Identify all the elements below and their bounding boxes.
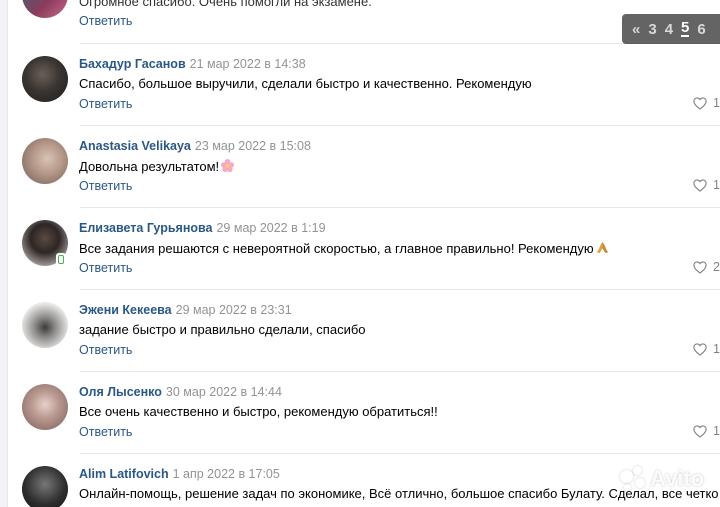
comment-item: Alim Latifovich 1 апр 2022 в 17:05 Онлайн…: [8, 454, 720, 507]
comment-header: Anastasia Velikaya 23 мар 2022 в 15:08: [79, 139, 311, 153]
pager-page-current[interactable]: 5: [681, 20, 690, 37]
reply-button[interactable]: Ответить: [79, 261, 132, 275]
avatar[interactable]: [22, 384, 68, 430]
watermark-text: Avito: [650, 466, 705, 491]
like-button[interactable]: 1: [693, 96, 720, 110]
comment-date[interactable]: 29 мар 2022 в 23:31: [176, 303, 292, 317]
pager-prev-button[interactable]: «: [632, 21, 640, 38]
avatar[interactable]: [22, 138, 68, 184]
comment-text: Довольна результатом!: [79, 158, 235, 174]
author-name[interactable]: Елизавета Гурьянова: [79, 221, 212, 235]
like-button[interactable]: 1: [693, 342, 720, 356]
reply-button[interactable]: Ответить: [79, 97, 132, 111]
comment-date[interactable]: 1 апр 2022 в 17:05: [173, 467, 280, 481]
like-count: 1: [713, 96, 720, 110]
author-name[interactable]: Anastasia Velikaya: [79, 139, 191, 153]
comment-text: Огромное спасибо. Очень помогли на экзам…: [79, 0, 372, 9]
like-button[interactable]: 1: [693, 178, 720, 192]
comment-item: Елизавета Гурьянова 29 мар 2022 в 1:19 Вс…: [8, 208, 720, 290]
online-mobile-icon: [56, 253, 66, 266]
like-count: 1: [713, 424, 720, 438]
like-button[interactable]: 2: [693, 260, 720, 274]
comment-text: Все задания решаются с невероятной скоро…: [79, 240, 610, 256]
reply-button[interactable]: Ответить: [79, 179, 132, 193]
avatar[interactable]: [22, 466, 68, 507]
heart-icon: [693, 342, 707, 356]
heart-icon: [693, 424, 707, 438]
author-name[interactable]: Оля Лысенко: [79, 385, 162, 399]
author-name[interactable]: Alim Latifovich: [79, 467, 169, 481]
comment-text: задание быстро и правильно сделали, спас…: [79, 322, 366, 337]
pagination: « 3 4 5 6: [622, 14, 720, 44]
author-name[interactable]: Эжени Кекеева: [79, 303, 172, 317]
comment-item: Эжени Кекеева 29 мар 2022 в 23:31 задание…: [8, 290, 720, 372]
reply-button[interactable]: Ответить: [79, 343, 132, 357]
comment-header: Елизавета Гурьянова 29 мар 2022 в 1:19: [79, 221, 326, 235]
pager-page-6[interactable]: 6: [697, 21, 705, 38]
author-name[interactable]: Бахадур Гасанов: [79, 57, 186, 71]
avito-watermark: Avito: [620, 466, 704, 492]
avatar[interactable]: [22, 56, 68, 102]
left-panel-edge: [0, 0, 8, 507]
reply-button[interactable]: Ответить: [79, 14, 132, 28]
comment-date[interactable]: 21 мар 2022 в 14:38: [190, 57, 306, 71]
comment-item: Оля Лысенко 30 мар 2022 в 14:44 Все очень…: [8, 372, 720, 454]
avatar[interactable]: [22, 0, 68, 18]
comment-item: Anastasia Velikaya 23 мар 2022 в 15:08 До…: [8, 126, 720, 208]
like-button[interactable]: 1: [693, 424, 720, 438]
pager-page-4[interactable]: 4: [665, 21, 673, 38]
like-count: 1: [713, 178, 720, 192]
avito-logo-icon: [620, 466, 646, 492]
comment-item: Огромное спасибо. Очень помогли на экзам…: [8, 0, 720, 44]
pager-page-3[interactable]: 3: [648, 21, 656, 38]
comments-feed: Огромное спасибо. Очень помогли на экзам…: [8, 0, 720, 507]
comment-date[interactable]: 23 мар 2022 в 15:08: [195, 139, 311, 153]
heart-icon: [693, 96, 707, 110]
comment-text: Все очень качественно и быстро, рекоменд…: [79, 404, 438, 419]
avatar[interactable]: [22, 302, 68, 348]
comment-text-content: Все задания решаются с невероятной скоро…: [79, 241, 594, 256]
comment-item: Бахадур Гасанов 21 мар 2022 в 14:38 Спаси…: [8, 44, 720, 126]
comment-header: Эжени Кекеева 29 мар 2022 в 23:31: [79, 303, 292, 317]
reply-button[interactable]: Ответить: [79, 425, 132, 439]
comment-header: Оля Лысенко 30 мар 2022 в 14:44: [79, 385, 282, 399]
heart-icon: [693, 178, 707, 192]
comment-date[interactable]: 29 мар 2022 в 1:19: [216, 221, 325, 235]
comment-header: Бахадур Гасанов 21 мар 2022 в 14:38: [79, 57, 306, 71]
like-count: 2: [713, 260, 720, 274]
comment-text-content: Довольна результатом!: [79, 159, 220, 174]
comment-date[interactable]: 30 мар 2022 в 14:44: [166, 385, 282, 399]
folded-hands-emoji-icon: [596, 241, 608, 254]
heart-icon: [693, 260, 707, 274]
comment-header: Alim Latifovich 1 апр 2022 в 17:05: [79, 467, 280, 481]
comment-text: Спасибо, большое выручили, сделали быстр…: [79, 76, 532, 91]
flower-emoji-icon: [221, 158, 235, 173]
like-count: 1: [713, 342, 720, 356]
